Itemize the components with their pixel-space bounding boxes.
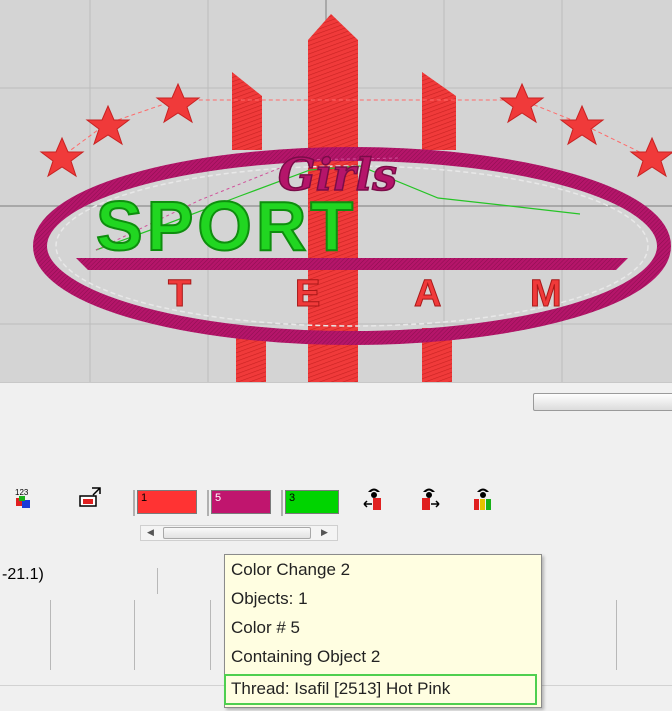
- letter-e: E: [295, 273, 320, 315]
- girls-text: Girls: [278, 150, 397, 201]
- design-canvas[interactable]: T E A M SPORT Girls: [0, 0, 672, 382]
- move-forward-icon[interactable]: [417, 486, 441, 510]
- color-swatch-5[interactable]: 5: [207, 490, 271, 516]
- swatch-scrollbar[interactable]: ◀ ▶: [140, 525, 338, 541]
- tooltip-line-containing-object: Containing Object 2: [231, 647, 381, 666]
- tooltip-thread-highlight: Thread: Isafil [2513] Hot Pink: [224, 674, 537, 705]
- horizontal-scrollbar-thumb[interactable]: [533, 393, 672, 411]
- tooltip-line-thread: Thread: Isafil [2513] Hot Pink: [231, 679, 451, 698]
- letter-t: T: [168, 273, 191, 315]
- tooltip-line-color-number: Color # 5: [231, 618, 300, 637]
- tooltip-line-objects: Objects: 1: [231, 589, 308, 608]
- horizontal-scrollbar-area: [0, 382, 672, 427]
- scroll-right-icon[interactable]: ▶: [321, 527, 328, 538]
- scroll-left-icon[interactable]: ◀: [147, 527, 154, 538]
- svg-text:123: 123: [15, 488, 29, 497]
- swatch-number: 3: [289, 492, 296, 504]
- swatch-scrollbar-thumb[interactable]: [163, 527, 311, 539]
- letter-m: M: [530, 273, 562, 315]
- color-swatch-3[interactable]: 3: [281, 490, 339, 516]
- color-swatch-1[interactable]: 1: [133, 490, 197, 516]
- letter-a: A: [414, 273, 441, 315]
- fit-window-icon[interactable]: [78, 486, 102, 510]
- embroidery-design: T E A M SPORT Girls: [0, 0, 672, 382]
- coordinate-readout: -21.1): [2, 566, 44, 583]
- swatch-number: 1: [141, 492, 148, 504]
- move-back-icon[interactable]: [362, 486, 386, 510]
- tooltip-line-color-change: Color Change 2: [231, 560, 351, 579]
- swatch-number: 5: [215, 492, 222, 504]
- sequence-123-icon[interactable]: 123: [14, 486, 38, 510]
- color-sequence-icon[interactable]: [470, 486, 494, 510]
